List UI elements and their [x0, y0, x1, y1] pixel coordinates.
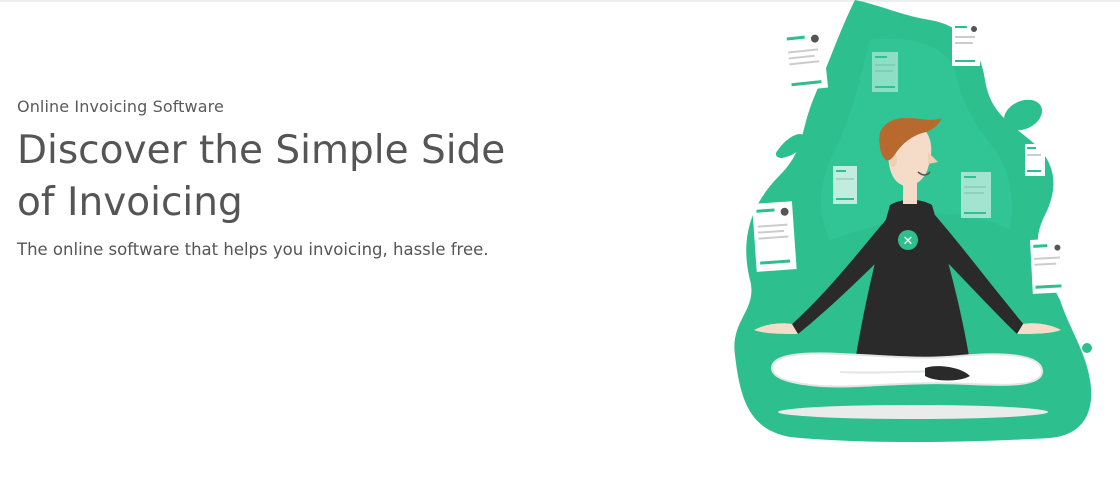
floor-shadow	[778, 405, 1048, 419]
invoice-doc-2	[872, 52, 898, 92]
invoice-doc-7	[752, 201, 797, 272]
invoice-doc-8	[1030, 238, 1067, 294]
legs	[770, 352, 1044, 388]
hero-eyebrow: Online Invoicing Software	[17, 97, 224, 116]
hero-subline: The online software that helps you invoi…	[17, 240, 489, 259]
invoice-doc-1	[782, 27, 829, 92]
landing-page: Online Invoicing Software Discover the S…	[0, 0, 1120, 479]
invoice-doc-4	[1025, 144, 1045, 176]
hero-headline: Discover the Simple Side of Invoicing	[17, 128, 506, 225]
dot-right	[1082, 343, 1092, 353]
dot-top	[924, 22, 934, 32]
invoice-doc-3	[952, 22, 980, 66]
shirt-logo-glyph: ✕	[903, 234, 914, 249]
invoice-doc-5	[833, 166, 857, 204]
hero-section: Online Invoicing Software Discover the S…	[17, 96, 617, 262]
meditating-man-illustration: ✕	[734, 0, 1092, 443]
invoice-doc-6	[961, 172, 991, 218]
